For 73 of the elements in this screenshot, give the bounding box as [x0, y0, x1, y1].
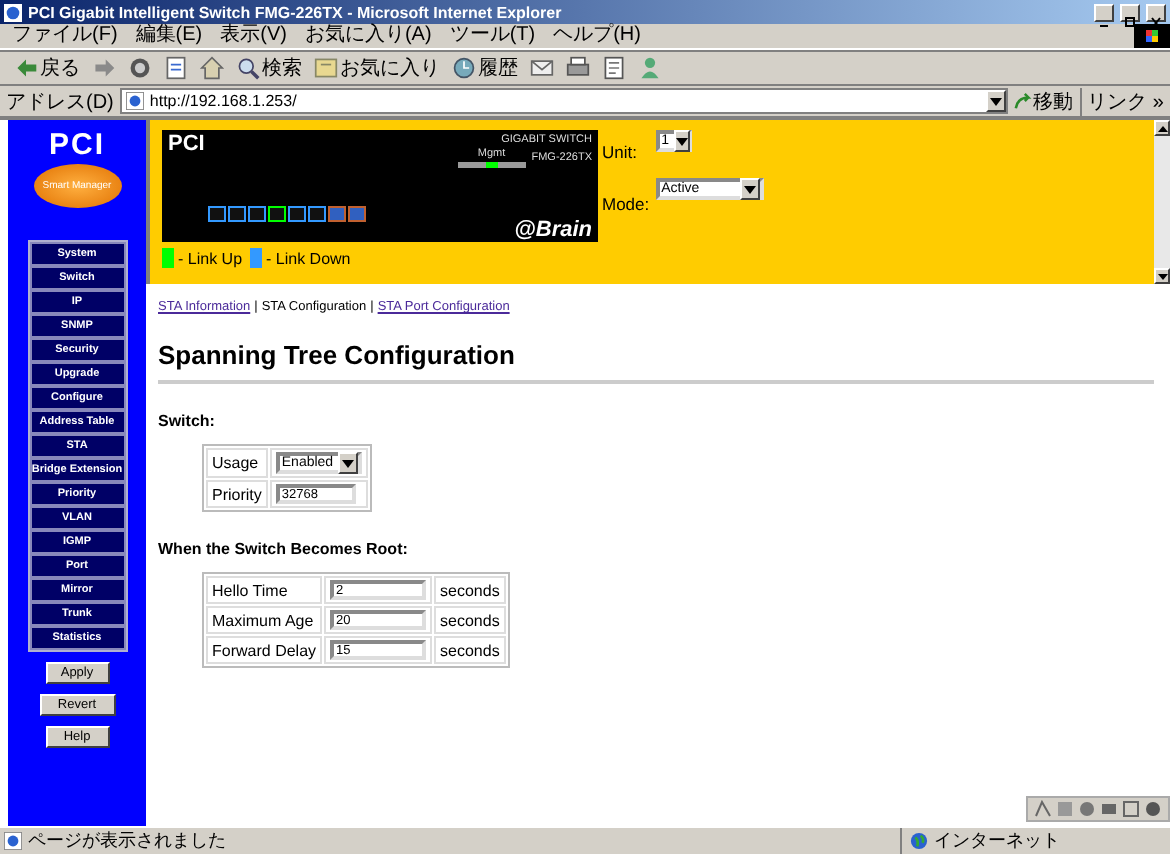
address-field[interactable]: http://192.168.1.253/ [119, 88, 1008, 114]
close-icon [1148, 15, 1164, 29]
folder-icon [314, 56, 338, 80]
minimize-button[interactable] [1094, 3, 1114, 21]
page-icon [4, 832, 22, 850]
mail-icon [530, 56, 554, 80]
caret-icon [675, 137, 688, 145]
scroll-up-icon[interactable] [1157, 125, 1167, 131]
logo: PCI [168, 134, 207, 156]
go-button[interactable]: 移動 [1013, 87, 1074, 115]
legend-label: - Link Down [266, 249, 351, 267]
print-icon [566, 56, 590, 80]
address-label: アドレス(D) [6, 89, 114, 115]
field-label: Forward Delay [206, 636, 323, 664]
menu-item[interactable]: お気に入り(A) [304, 24, 432, 48]
page-icon [125, 92, 144, 110]
unit-label: seconds [434, 606, 506, 634]
section-heading: When the Switch Becomes Root: [158, 540, 410, 558]
section-heading: Switch: [158, 412, 217, 430]
maximize-button[interactable] [1120, 3, 1140, 21]
edit-button[interactable] [600, 56, 628, 80]
home-button[interactable] [198, 56, 226, 80]
browser-icon [4, 3, 22, 21]
clock-icon [452, 56, 476, 80]
caret-icon [341, 459, 354, 467]
forward-arrow-icon [92, 56, 116, 80]
menu-item[interactable]: 編集(E) [135, 24, 203, 48]
back-arrow-icon [14, 56, 38, 80]
caret-icon [743, 185, 756, 193]
led-bar [457, 162, 526, 168]
mode-label: Mode: [602, 194, 650, 214]
menu-item[interactable]: ファイル(F) [12, 24, 118, 48]
unit-label: Unit: [602, 142, 639, 162]
stop-button[interactable] [126, 56, 154, 80]
search-button[interactable]: 検索 [234, 54, 304, 82]
menu-item[interactable]: ヘルプ(H) [553, 24, 641, 48]
legend-label: - Link Up [178, 249, 243, 267]
scrollbar[interactable] [1154, 120, 1170, 284]
menu-item[interactable]: ツール(T) [449, 24, 536, 48]
unit-label: seconds [434, 636, 506, 664]
window-icon[interactable] [1122, 800, 1140, 818]
history-button[interactable]: 履歴 [450, 54, 520, 82]
close-button[interactable] [1146, 3, 1166, 21]
brand-logo: @Brain [514, 224, 592, 238]
document-icon [602, 56, 626, 80]
window-title: PCI Gigabit Intelligent Switch FMG-226TX - Microsoft Internet Explorer [28, 3, 564, 21]
home-icon [200, 56, 224, 80]
unit-label: seconds [434, 576, 506, 604]
status-text: ページが表示されました [28, 828, 228, 854]
favorites-button[interactable]: お気に入り [312, 54, 442, 82]
logo: PCI [48, 130, 105, 160]
print-button[interactable] [564, 56, 592, 80]
search-icon [236, 56, 260, 80]
field-label: Maximum Age [206, 606, 323, 634]
page-icon [164, 56, 188, 80]
caret-icon [989, 97, 1002, 105]
refresh-button[interactable] [162, 56, 190, 80]
field-label: Usage [206, 448, 268, 478]
person-icon [638, 56, 662, 80]
scroll-down-icon[interactable] [1157, 273, 1167, 279]
circle-icon[interactable] [1078, 800, 1096, 818]
ime-toolbar[interactable] [1026, 796, 1170, 822]
stop-icon [128, 56, 152, 80]
page-heading: Spanning Tree Configuration [158, 340, 517, 370]
field-label: Priority [206, 480, 268, 508]
maximize-icon [1122, 15, 1138, 29]
globe-icon [910, 832, 928, 850]
back-button[interactable]: 戻る [12, 54, 82, 82]
menu-item[interactable]: 表示(V) [220, 24, 287, 48]
mail-button[interactable] [528, 56, 556, 80]
field-label: Hello Time [206, 576, 323, 604]
zone-text: インターネット [934, 828, 1060, 854]
arrow-icon [1013, 92, 1032, 110]
